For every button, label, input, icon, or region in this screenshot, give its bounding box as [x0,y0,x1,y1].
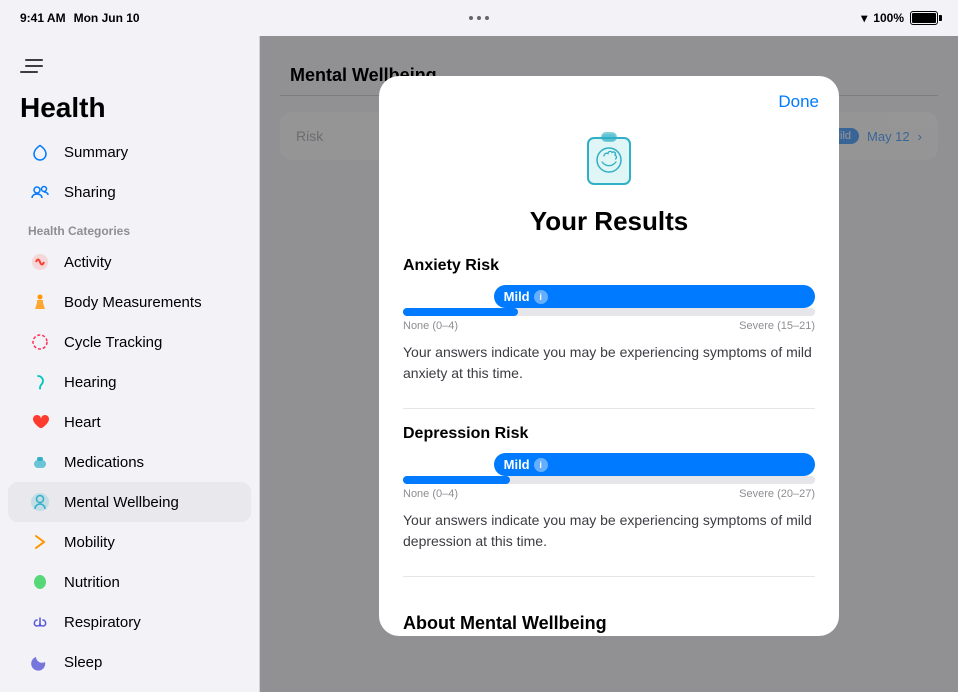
cycle-tracking-icon [28,330,52,354]
hearing-icon [28,370,52,394]
depression-description: Your answers indicate you may be experie… [403,510,815,552]
depression-max-label: Severe (20–27) [739,488,815,500]
depression-mild-badge: Mild i [494,453,815,476]
body-measurements-label: Body Measurements [64,294,202,311]
about-mental-wellbeing-title: About Mental Wellbeing [379,613,839,636]
modal-icon-area [379,112,839,206]
modal-overlay: Done [260,36,958,692]
mental-wellbeing-label: Mental Wellbeing [64,494,179,511]
heart-label: Heart [64,414,101,431]
anxiety-progress-bar [403,308,815,316]
toggle-line [20,71,38,73]
sidebar-item-symptoms[interactable]: Symptoms [8,682,251,692]
sidebar-item-summary[interactable]: Summary [8,132,251,172]
status-dot-3 [485,16,489,20]
anxiety-risk-title: Anxiety Risk [403,257,815,275]
sidebar-item-nutrition[interactable]: Nutrition [8,562,251,602]
sidebar-item-cycle-tracking[interactable]: Cycle Tracking [8,322,251,362]
hearing-label: Hearing [64,374,117,391]
anxiety-badge-label: Mild [504,289,530,304]
main-content: Mental Wellbeing Risk Mild May 12 › [260,36,958,692]
status-dot-1 [469,16,473,20]
modal-divider-2 [403,576,815,577]
anxiety-badge-wrap: Mild i [403,285,815,308]
depression-risk-section: Depression Risk Mild i [403,425,815,552]
modal-divider [403,408,815,409]
results-modal: Done [379,76,839,636]
battery-percent: 100% [873,11,904,25]
body-measurements-icon [28,290,52,314]
sidebar-item-activity[interactable]: Activity [8,242,251,282]
cycle-tracking-label: Cycle Tracking [64,334,162,351]
depression-badge-wrap: Mild i [403,453,815,476]
status-date: Mon Jun 10 [74,11,140,25]
anxiety-info-icon[interactable]: i [534,290,548,304]
respiratory-icon [28,610,52,634]
nutrition-label: Nutrition [64,574,120,591]
medications-icon [28,450,52,474]
sharing-label: Sharing [64,184,116,201]
sidebar-item-body-measurements[interactable]: Body Measurements [8,282,251,322]
sidebar-item-mobility[interactable]: Mobility [8,522,251,562]
toggle-line [25,59,43,61]
health-categories-label: Health Categories [0,212,259,242]
depression-progress-bar [403,476,815,484]
depression-progress-labels: None (0–4) Severe (20–27) [403,488,815,500]
anxiety-mild-badge: Mild i [494,285,815,308]
wifi-icon: ▾ [861,11,867,25]
medications-label: Medications [64,454,144,471]
status-bar-left: 9:41 AM Mon Jun 10 [20,11,140,25]
anxiety-description: Your answers indicate you may be experie… [403,342,815,384]
sidebar-item-hearing[interactable]: Hearing [8,362,251,402]
sleep-icon [28,650,52,674]
sidebar-item-sleep[interactable]: Sleep [8,642,251,682]
modal-header: Done [379,76,839,112]
respiratory-label: Respiratory [64,614,141,631]
sidebar-item-respiratory[interactable]: Respiratory [8,602,251,642]
ipad-frame: 9:41 AM Mon Jun 10 ▾ 100% [0,0,958,692]
status-bar-center [469,16,489,20]
sidebar: Health Summary [0,36,260,692]
anxiety-max-label: Severe (15–21) [739,320,815,332]
sidebar-item-heart[interactable]: Heart [8,402,251,442]
anxiety-progress-fill [403,308,518,316]
status-bar: 9:41 AM Mon Jun 10 ▾ 100% [0,0,958,36]
mental-wellbeing-clipboard-icon [574,120,644,190]
app-layout: Health Summary [0,36,958,692]
status-time: 9:41 AM [20,11,66,25]
sidebar-item-medications[interactable]: Medications [8,442,251,482]
modal-body: Anxiety Risk Mild i [379,257,839,613]
mobility-label: Mobility [64,534,115,551]
heart-icon [28,410,52,434]
status-dot-2 [477,16,481,20]
status-bar-right: ▾ 100% [861,11,938,25]
depression-info-icon[interactable]: i [534,458,548,472]
mental-wellbeing-icon [28,490,52,514]
depression-min-label: None (0–4) [403,488,458,500]
sidebar-toggle-button[interactable] [20,56,48,76]
anxiety-progress-labels: None (0–4) Severe (15–21) [403,320,815,332]
battery-fill [912,13,936,23]
nutrition-icon [28,570,52,594]
sharing-icon [28,180,52,204]
app-title: Health [0,92,259,132]
sidebar-item-sharing[interactable]: Sharing [8,172,251,212]
sidebar-top-bar [0,48,259,92]
summary-label: Summary [64,144,128,161]
done-button[interactable]: Done [778,92,819,112]
activity-icon [28,250,52,274]
battery-icon [910,11,938,25]
anxiety-risk-section: Anxiety Risk Mild i [403,257,815,384]
depression-badge-label: Mild [504,457,530,472]
summary-icon [28,140,52,164]
modal-title: Your Results [379,206,839,257]
sleep-label: Sleep [64,654,102,671]
mobility-icon [28,530,52,554]
depression-risk-title: Depression Risk [403,425,815,443]
depression-progress-fill [403,476,510,484]
anxiety-min-label: None (0–4) [403,320,458,332]
toggle-line [25,65,43,67]
activity-label: Activity [64,254,112,271]
sidebar-item-mental-wellbeing[interactable]: Mental Wellbeing [8,482,251,522]
